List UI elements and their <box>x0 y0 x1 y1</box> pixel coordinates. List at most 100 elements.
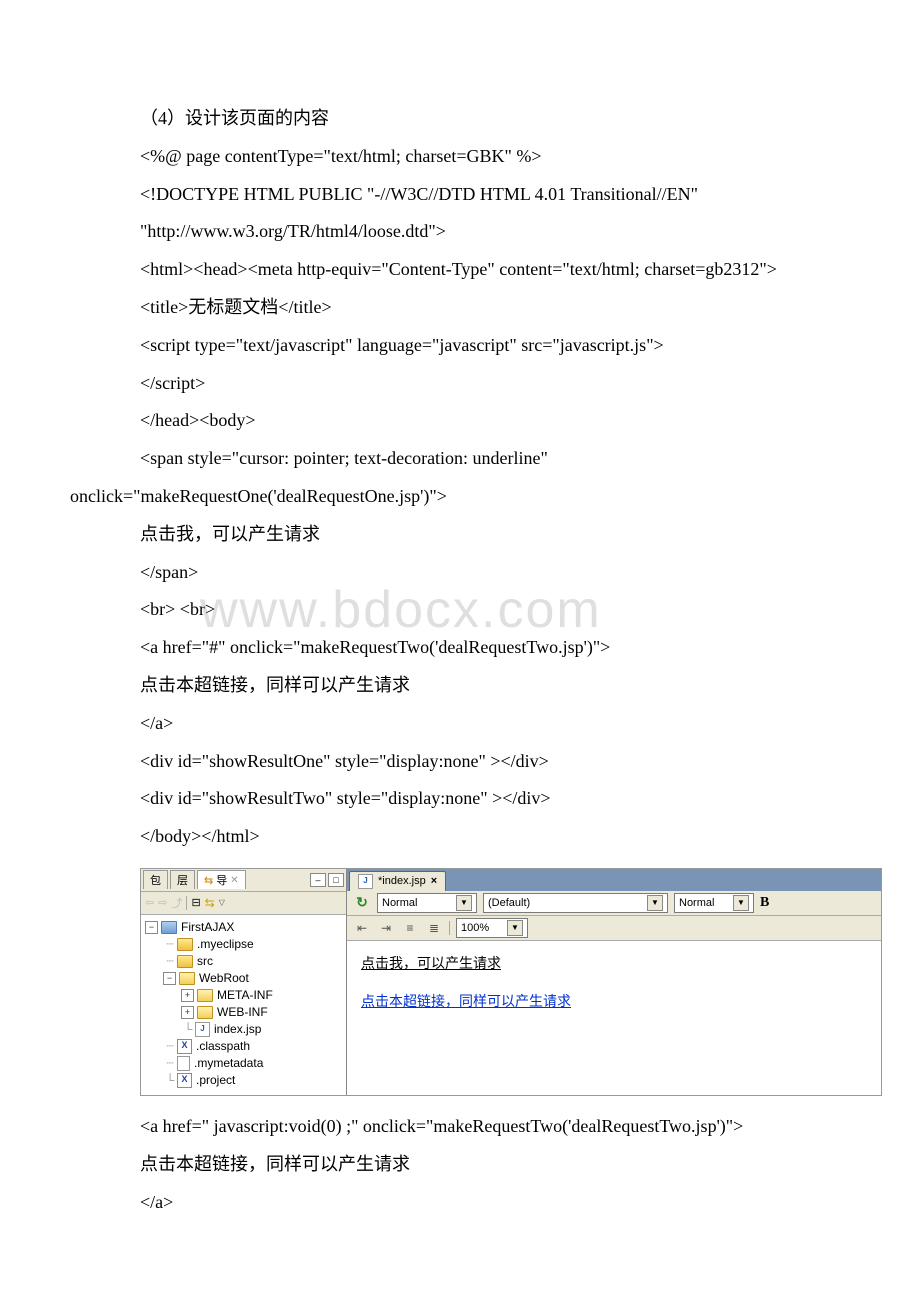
code-line: </body></html> <box>140 818 850 856</box>
folder-icon <box>177 955 193 968</box>
refresh-icon[interactable]: ↻ <box>353 894 371 912</box>
expand-icon[interactable]: + <box>181 989 194 1002</box>
tree-label: src <box>197 954 213 968</box>
preview-link-1[interactable]: 点击我，可以产生请求 <box>361 957 501 972</box>
navigator-icon: ⇆ <box>204 874 213 887</box>
tree-row[interactable]: ┈ X .classpath <box>143 1038 344 1055</box>
tab-label: *index.jsp <box>378 875 426 887</box>
editor-tabbar: J *index.jsp × <box>347 869 881 891</box>
view-menu-icon[interactable]: ▽ <box>219 898 225 907</box>
editor-preview: 点击我，可以产生请求 点击本超链接，同样可以产生请求 <box>347 941 881 1095</box>
maximize-icon[interactable]: □ <box>328 873 344 887</box>
tree-label: .classpath <box>196 1039 250 1053</box>
code-line: </script> <box>140 365 850 403</box>
combo-value: Normal <box>382 897 417 909</box>
preview-link-2[interactable]: 点击本超链接，同样可以产生请求 <box>361 995 571 1010</box>
code-line: 点击本超链接，同样可以产生请求 <box>140 667 850 705</box>
collapse-icon[interactable]: ⊟ <box>191 896 200 909</box>
chevron-down-icon[interactable]: ▼ <box>733 895 749 911</box>
outdent-icon[interactable]: ⇤ <box>353 919 371 937</box>
chevron-down-icon[interactable]: ▼ <box>507 920 523 936</box>
folder-icon <box>197 1006 213 1019</box>
editor-toolbar-2: ⇤ ⇥ ≡ ≣ 100% ▼ <box>347 916 881 941</box>
style-combo[interactable]: (Default) ▼ <box>483 893 668 913</box>
link-editor-icon[interactable]: ⇆ <box>205 896 215 910</box>
ide-screenshot: 包 层 ⇆ 导 ✕ – □ ⇦ ⇨ ⤴ ⊟ ⇆ ▽ <box>140 868 882 1096</box>
combo-value: Normal <box>679 897 714 909</box>
tab-layer[interactable]: 层 <box>170 870 195 889</box>
tree-label: .mymetadata <box>194 1056 263 1070</box>
code-line: <a href="#" onclick="makeRequestTwo('dea… <box>140 629 850 667</box>
code-line: "http://www.w3.org/TR/html4/loose.dtd"> <box>140 213 850 251</box>
tree-label: META-INF <box>217 988 273 1002</box>
editor-toolbar: ↻ Normal ▼ (Default) ▼ Normal ▼ B <box>347 891 881 916</box>
tree-label: WebRoot <box>199 971 249 985</box>
code-line: onclick="makeRequestOne('dealRequestOne.… <box>70 478 850 516</box>
expand-icon[interactable]: − <box>163 972 176 985</box>
expand-icon[interactable]: − <box>145 921 158 934</box>
chevron-down-icon[interactable]: ▼ <box>456 895 472 911</box>
tree-label: .project <box>196 1073 235 1087</box>
expand-icon[interactable]: + <box>181 1006 194 1019</box>
tree-row[interactable]: ┈ .myeclipse <box>143 936 344 953</box>
code-line: <div id="showResultTwo" style="display:n… <box>140 780 850 818</box>
folder-open-icon <box>179 972 195 985</box>
code-line: </a> <box>140 1184 850 1222</box>
code-line: <!DOCTYPE HTML PUBLIC "-//W3C//DTD HTML … <box>140 176 850 214</box>
tree-row-project[interactable]: − FirstAJAX <box>143 919 344 936</box>
code-line: <title>无标题文档</title> <box>140 289 850 327</box>
code-line: 点击我，可以产生请求 <box>140 516 850 554</box>
tab-navigator[interactable]: ⇆ 导 ✕ <box>197 870 246 889</box>
up-icon[interactable]: ⤴ <box>171 895 182 911</box>
minimize-icon[interactable]: – <box>310 873 326 887</box>
bold-button[interactable]: B <box>760 895 769 911</box>
code-line: <div id="showResultOne" style="display:n… <box>140 743 850 781</box>
tree-row[interactable]: ┈ .mymetadata <box>143 1055 344 1072</box>
chevron-down-icon[interactable]: ▼ <box>647 895 663 911</box>
tab-label: 导 <box>216 872 227 888</box>
heading-4: （4）设计该页面的内容 <box>140 100 850 138</box>
tree-row[interactable]: + WEB-INF <box>143 1004 344 1021</box>
combo-value: (Default) <box>488 897 530 909</box>
tab-package[interactable]: 包 <box>143 870 168 889</box>
forward-icon[interactable]: ⇨ <box>158 896 167 909</box>
font-combo[interactable]: Normal ▼ <box>674 893 754 913</box>
tree-row[interactable]: − WebRoot <box>143 970 344 987</box>
code-line: </head><body> <box>140 402 850 440</box>
jsp-file-icon: J <box>358 874 373 889</box>
ordered-list-icon[interactable]: ≡ <box>401 919 419 937</box>
xml-file-icon: X <box>177 1039 192 1054</box>
close-icon[interactable]: ✕ <box>230 875 238 886</box>
paragraph-combo[interactable]: Normal ▼ <box>377 893 477 913</box>
jsp-file-icon: J <box>195 1022 210 1037</box>
unordered-list-icon[interactable]: ≣ <box>425 919 443 937</box>
tree-row[interactable]: + META-INF <box>143 987 344 1004</box>
tree-row[interactable]: └ J index.jsp <box>143 1021 344 1038</box>
code-line: <span style="cursor: pointer; text-decor… <box>140 440 850 478</box>
ide-sidebar: 包 层 ⇆ 导 ✕ – □ ⇦ ⇨ ⤴ ⊟ ⇆ ▽ <box>141 869 347 1095</box>
folder-icon <box>177 938 193 951</box>
tree-row[interactable]: └ X .project <box>143 1072 344 1089</box>
tree-label: FirstAJAX <box>181 920 234 934</box>
sidebar-tabbar: 包 层 ⇆ 导 ✕ – □ <box>141 869 346 892</box>
combo-value: 100% <box>461 922 489 934</box>
code-line: <html><head><meta http-equiv="Content-Ty… <box>140 251 850 289</box>
zoom-combo[interactable]: 100% ▼ <box>456 918 528 938</box>
ide-editor: J *index.jsp × ↻ Normal ▼ (Default) ▼ No… <box>347 869 881 1095</box>
project-icon <box>161 921 177 934</box>
code-line: <br> <br> <box>140 591 850 629</box>
folder-icon <box>197 989 213 1002</box>
indent-icon[interactable]: ⇥ <box>377 919 395 937</box>
code-line: 点击本超链接，同样可以产生请求 <box>140 1146 850 1184</box>
tree-label: WEB-INF <box>217 1005 268 1019</box>
tree-row[interactable]: ┈ src <box>143 953 344 970</box>
code-line: <script type="text/javascript" language=… <box>140 327 850 365</box>
tree-label: .myeclipse <box>197 937 254 951</box>
code-line: </a> <box>140 705 850 743</box>
text-file-icon <box>177 1056 190 1071</box>
editor-tab-index[interactable]: J *index.jsp × <box>349 871 446 891</box>
tree-label: index.jsp <box>214 1022 261 1036</box>
back-icon[interactable]: ⇦ <box>145 896 154 909</box>
code-line: <a href=" javascript:void(0) ;" onclick=… <box>140 1108 850 1146</box>
close-icon[interactable]: × <box>431 875 437 887</box>
